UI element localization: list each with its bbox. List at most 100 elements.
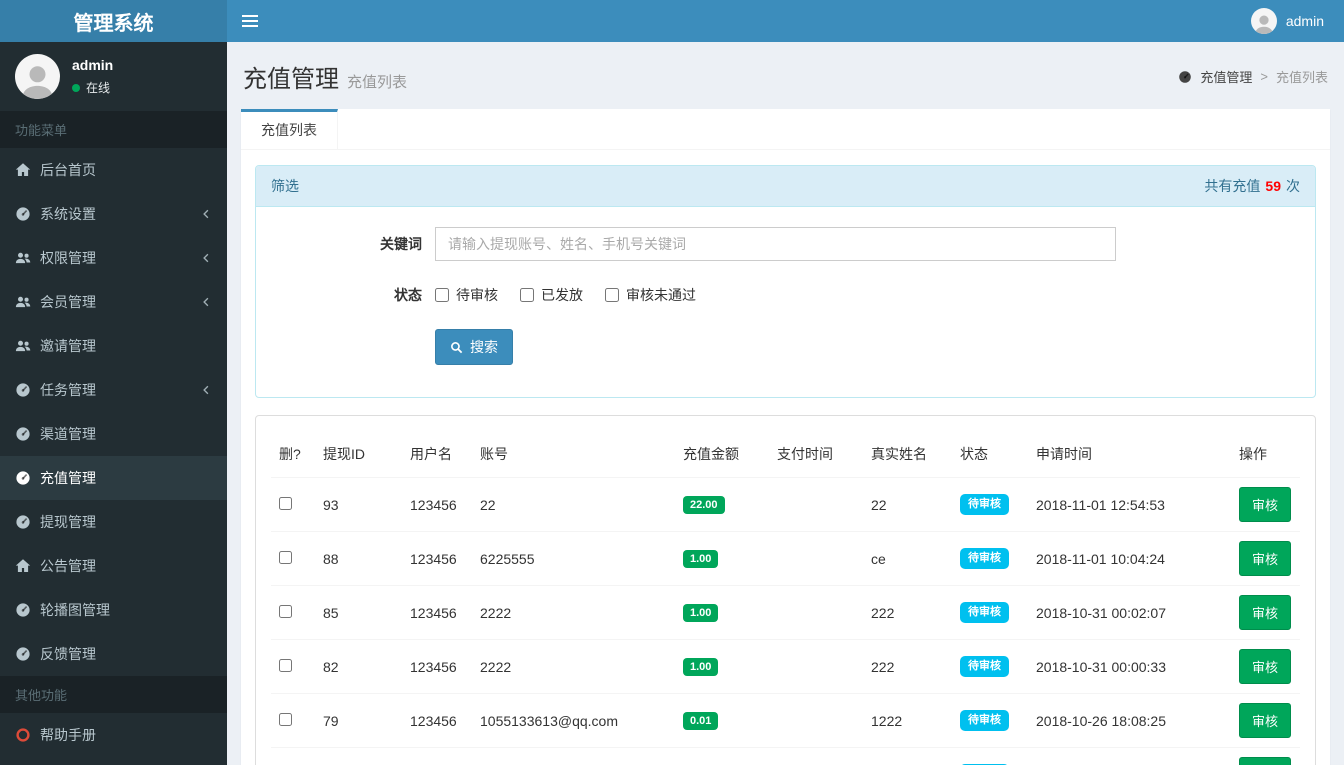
filter-panel-heading: 筛选 共有充值 59 次 — [256, 166, 1315, 207]
approve-button[interactable]: 审核 — [1239, 703, 1292, 738]
cell-apply-time: 2018-11-01 10:04:24 — [1028, 531, 1231, 586]
sidebar-item-label: 提现管理 — [40, 514, 96, 530]
content-area: 充值管理 充值列表 充值管理 > 充值列表 充值列表 筛选 共有充值 59 次 … — [227, 42, 1344, 765]
sidebar-toggle-button[interactable] — [227, 0, 273, 42]
cell-select — [271, 639, 315, 694]
cell-username: 123456 — [402, 747, 472, 765]
cell-real-name: 1222 — [863, 693, 952, 748]
sidebar-section-header: 功能菜单 — [0, 111, 227, 148]
sidebar-item-label: 渠道管理 — [40, 426, 96, 442]
dashboard-icon — [15, 602, 31, 618]
status-option-checkbox[interactable] — [520, 288, 534, 302]
approve-button[interactable]: 审核 — [1239, 541, 1292, 576]
sidebar-item-invite[interactable]: 邀请管理 — [0, 324, 227, 368]
sidebar-user-status[interactable]: 在线 — [72, 79, 113, 96]
cell-status: 待审核 — [952, 531, 1028, 586]
column-header-3: 用户名 — [402, 431, 472, 478]
cell-apply-time: 2018-10-31 00:02:07 — [1028, 585, 1231, 640]
dashboard-icon — [15, 646, 31, 662]
status-option-label: 已发放 — [541, 287, 583, 303]
sidebar-item-system-settings[interactable]: 系统设置 — [0, 192, 227, 236]
sidebar-item-help-manual[interactable]: 帮助手册 — [0, 713, 227, 757]
amount-badge: 1.00 — [683, 603, 719, 623]
cell-action: 审核 — [1231, 693, 1300, 748]
status-option-3[interactable]: 审核未通过 — [605, 285, 696, 305]
sidebar-item-channel[interactable]: 渠道管理 — [0, 412, 227, 456]
table-row: 88 123456 6225555 1.00 ce 待审核 2018-11-01 10:04… — [271, 531, 1300, 586]
row-select-checkbox[interactable] — [279, 604, 292, 618]
cell-action: 审核 — [1231, 585, 1300, 640]
cell-pay-time — [769, 531, 863, 586]
navbar-main: admin — [227, 0, 1344, 42]
dashboard-icon — [15, 470, 31, 486]
app-logo[interactable]: 管理系统 — [0, 0, 227, 42]
sidebar-item-withdraw[interactable]: 提现管理 — [0, 500, 227, 544]
cell-username: 123456 — [402, 477, 472, 532]
cell-withdraw-id: 82 — [315, 639, 402, 694]
cell-amount: 0.01 — [675, 747, 769, 765]
sidebar-item-feedback[interactable]: 反馈管理 — [0, 632, 227, 676]
cell-status: 待审核 — [952, 477, 1028, 532]
sidebar-item-label: 后台首页 — [40, 162, 96, 178]
cell-apply-time: 2018-11-01 12:54:53 — [1028, 477, 1231, 532]
sidebar-item-announcement[interactable]: 公告管理 — [0, 544, 227, 588]
cell-real-name: 22 — [863, 477, 952, 532]
sidebar-item-carousel[interactable]: 轮播图管理 — [0, 588, 227, 632]
online-status-icon — [72, 83, 80, 92]
sidebar-item-permission[interactable]: 权限管理 — [0, 236, 227, 280]
cell-status: 待审核 — [952, 585, 1028, 640]
table-row: 85 123456 2222 1.00 222 待审核 2018-10-31 00:02:0… — [271, 585, 1300, 640]
approve-button[interactable]: 审核 — [1239, 757, 1292, 765]
status-badge: 待审核 — [960, 710, 1009, 731]
cell-pay-time — [769, 747, 863, 765]
search-button[interactable]: 搜索 — [435, 329, 513, 365]
cell-account: 2222 — [472, 639, 675, 694]
column-header-6: 支付时间 — [769, 431, 863, 478]
sidebar-item-label: 反馈管理 — [40, 646, 96, 662]
column-header-1: 删? — [271, 431, 315, 478]
cell-pay-time — [769, 585, 863, 640]
hamburger-icon — [242, 15, 258, 27]
chevron-left-icon — [200, 296, 212, 308]
keyword-input[interactable] — [435, 227, 1116, 261]
navbar-user-menu[interactable]: admin — [1231, 0, 1344, 42]
status-option-1[interactable]: 待审核 — [435, 285, 498, 305]
home-icon — [15, 558, 31, 574]
cell-amount: 1.00 — [675, 531, 769, 586]
status-option-checkbox[interactable] — [435, 288, 449, 302]
cell-pay-time — [769, 693, 863, 748]
status-option-checkbox[interactable] — [605, 288, 619, 302]
table-header-row: 删? 提现ID 用户名 账号 充值金额 支付时间 真实姓名 状态 申请时间 操作 — [271, 431, 1300, 478]
approve-button[interactable]: 审核 — [1239, 649, 1292, 684]
status-badge: 待审核 — [960, 494, 1009, 515]
filter-panel-body: 关键词 状态 待审核 已发放 审核未通过 — [256, 207, 1315, 397]
cell-account: 6225555 — [472, 531, 675, 586]
breadcrumb-root-link[interactable]: 充值管理 — [1200, 67, 1252, 86]
sidebar-item-task[interactable]: 任务管理 — [0, 368, 227, 412]
sidebar-item-recharge[interactable]: 充值管理 — [0, 456, 227, 500]
sidebar-item-label: 会员管理 — [40, 294, 96, 310]
dashboard-icon — [15, 382, 31, 398]
user-avatar-icon — [15, 54, 60, 99]
row-select-checkbox[interactable] — [279, 496, 292, 510]
row-select-checkbox[interactable] — [279, 658, 292, 672]
sidebar-item-member[interactable]: 会员管理 — [0, 280, 227, 324]
sidebar-user-panel: admin 在线 — [0, 42, 227, 111]
row-select-checkbox[interactable] — [279, 550, 292, 564]
cell-select — [271, 693, 315, 748]
dashboard-icon — [15, 426, 31, 442]
column-header-4: 账号 — [472, 431, 675, 478]
cell-username: 123456 — [402, 693, 472, 748]
cell-status: 待审核 — [952, 639, 1028, 694]
circle-o-icon — [15, 727, 31, 743]
status-option-2[interactable]: 已发放 — [520, 285, 583, 305]
approve-button[interactable]: 审核 — [1239, 487, 1292, 522]
sidebar-item-label: 权限管理 — [40, 250, 96, 266]
approve-button[interactable]: 审核 — [1239, 595, 1292, 630]
column-header-8: 状态 — [952, 431, 1028, 478]
tab-recharge-list[interactable]: 充值列表 — [241, 109, 338, 149]
cell-username: 123456 — [402, 639, 472, 694]
sidebar-item-home[interactable]: 后台首页 — [0, 148, 227, 192]
search-icon — [450, 341, 463, 354]
row-select-checkbox[interactable] — [279, 712, 292, 726]
